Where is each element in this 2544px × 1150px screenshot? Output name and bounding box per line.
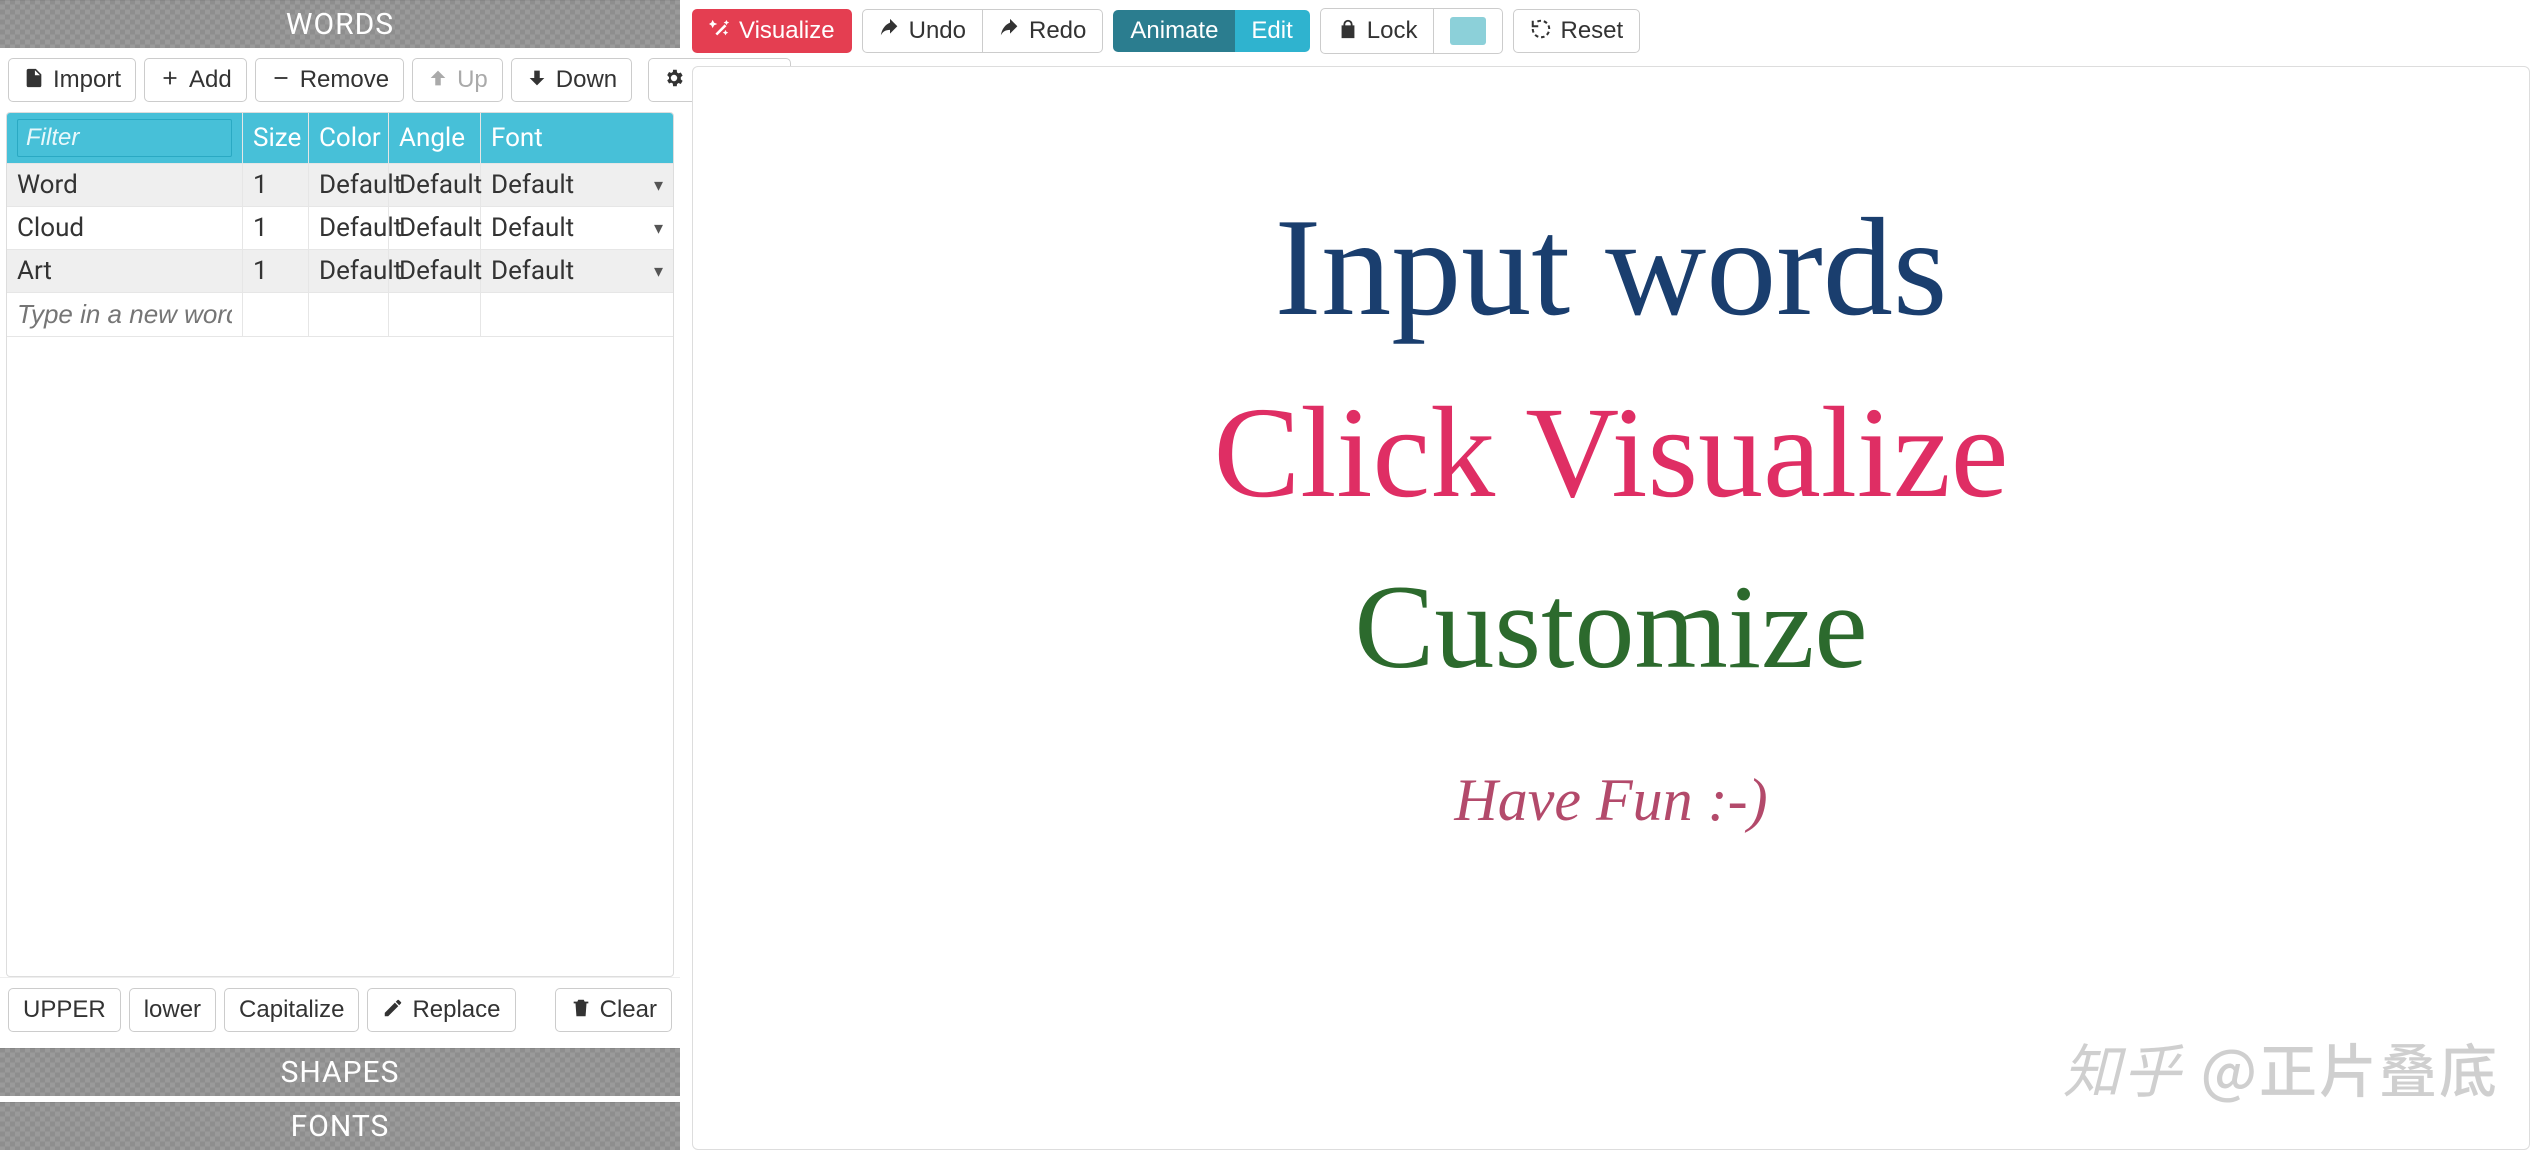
plus-icon xyxy=(159,67,181,93)
cell-word[interactable]: Cloud xyxy=(7,207,243,250)
add-button[interactable]: Add xyxy=(144,58,247,102)
redo-button[interactable]: Redo xyxy=(983,9,1103,53)
cell-word[interactable]: Art xyxy=(7,250,243,293)
cell-color[interactable]: Default xyxy=(309,250,389,293)
animate-button[interactable]: Animate xyxy=(1113,10,1235,52)
watermark: 知乎 @正片叠底 xyxy=(2063,1025,2499,1109)
down-button[interactable]: Down xyxy=(511,58,632,102)
col-color[interactable]: Color xyxy=(309,113,389,164)
reset-label: Reset xyxy=(1560,19,1623,43)
remove-button[interactable]: Remove xyxy=(255,58,404,102)
cell-font[interactable]: Default▾ xyxy=(481,250,673,293)
add-label: Add xyxy=(189,68,232,92)
col-size[interactable]: Size xyxy=(243,113,309,164)
magic-wand-icon xyxy=(709,18,731,44)
table-row-new[interactable] xyxy=(7,293,673,337)
canvas-text-1[interactable]: Input words xyxy=(1275,187,1948,348)
chevron-down-icon: ▾ xyxy=(654,218,663,239)
color-swatch-button[interactable] xyxy=(1434,8,1503,54)
table-row[interactable]: Word1DefaultDefaultDefault▾ xyxy=(7,164,673,207)
lower-button[interactable]: lower xyxy=(129,988,216,1032)
cell-size[interactable]: 1 xyxy=(243,164,309,207)
up-button[interactable]: Up xyxy=(412,58,503,102)
arrow-up-icon xyxy=(427,67,449,93)
cell-angle[interactable]: Default xyxy=(389,207,481,250)
watermark-logo: 知乎 xyxy=(2063,1025,2183,1109)
up-label: Up xyxy=(457,68,488,92)
canvas-text-2[interactable]: Click Visualize xyxy=(1214,378,2009,528)
capitalize-button[interactable]: Capitalize xyxy=(224,988,359,1032)
col-font[interactable]: Font xyxy=(481,113,673,164)
minus-icon xyxy=(270,67,292,93)
remove-label: Remove xyxy=(300,68,389,92)
words-toolbar: Import Add Remove Up xyxy=(0,48,680,112)
undo-label: Undo xyxy=(909,19,966,43)
redo-icon xyxy=(999,18,1021,44)
clear-label: Clear xyxy=(600,998,657,1022)
canvas-area[interactable]: Input words Click Visualize Customize Ha… xyxy=(692,66,2530,1150)
cell-size[interactable]: 1 xyxy=(243,250,309,293)
canvas-toolbar: Visualize Undo Redo Animate xyxy=(692,8,2544,66)
cell-font[interactable]: Default▾ xyxy=(481,207,673,250)
cell-size[interactable] xyxy=(243,293,309,337)
section-header-fonts[interactable]: FONTS xyxy=(0,1102,680,1150)
filter-header xyxy=(7,113,243,164)
section-header-shapes[interactable]: SHAPES xyxy=(0,1048,680,1096)
edit-button[interactable]: Edit xyxy=(1235,10,1309,52)
chevron-down-icon: ▾ xyxy=(654,261,663,282)
filter-input[interactable] xyxy=(17,119,232,157)
chevron-down-icon: ▾ xyxy=(654,175,663,196)
undo-icon xyxy=(879,18,901,44)
col-angle[interactable]: Angle xyxy=(389,113,481,164)
cell-new-word[interactable] xyxy=(7,293,243,337)
lock-label: Lock xyxy=(1367,19,1418,43)
canvas-text-4[interactable]: Have Fun :-) xyxy=(1454,766,1767,835)
lock-button[interactable]: Lock xyxy=(1320,8,1435,54)
mode-group: Animate Edit xyxy=(1113,10,1309,52)
clear-button[interactable]: Clear xyxy=(555,988,672,1032)
reset-button[interactable]: Reset xyxy=(1513,9,1640,53)
cell-angle[interactable]: Default xyxy=(389,250,481,293)
canvas-text-3[interactable]: Customize xyxy=(1354,558,1867,696)
replace-label: Replace xyxy=(412,998,500,1022)
cell-angle[interactable] xyxy=(389,293,481,337)
import-label: Import xyxy=(53,68,121,92)
section-header-words[interactable]: WORDS xyxy=(0,0,680,48)
cell-color[interactable]: Default xyxy=(309,164,389,207)
replace-button[interactable]: Replace xyxy=(367,988,515,1032)
cell-angle[interactable]: Default xyxy=(389,164,481,207)
trash-icon xyxy=(570,997,592,1023)
redo-label: Redo xyxy=(1029,19,1086,43)
lock-icon xyxy=(1337,18,1359,44)
table-header: Size Color Angle Font xyxy=(7,113,673,164)
watermark-text: @正片叠底 xyxy=(2201,1025,2499,1109)
history-group: Undo Redo xyxy=(862,9,1104,53)
undo-button[interactable]: Undo xyxy=(862,9,983,53)
table-row[interactable]: Cloud1DefaultDefaultDefault▾ xyxy=(7,207,673,250)
arrow-down-icon xyxy=(526,67,548,93)
cell-size[interactable]: 1 xyxy=(243,207,309,250)
table-row[interactable]: Art1DefaultDefaultDefault▾ xyxy=(7,250,673,293)
down-label: Down xyxy=(556,68,617,92)
cell-font[interactable]: Default▾ xyxy=(481,164,673,207)
visualize-button[interactable]: Visualize xyxy=(692,9,852,53)
upper-button[interactable]: UPPER xyxy=(8,988,121,1032)
reset-icon xyxy=(1530,18,1552,44)
lock-group: Lock xyxy=(1320,8,1504,54)
words-table: Size Color Angle Font Word1DefaultDefaul… xyxy=(6,112,674,977)
cell-color[interactable] xyxy=(309,293,389,337)
import-button[interactable]: Import xyxy=(8,58,136,102)
cell-color[interactable]: Default xyxy=(309,207,389,250)
edit-icon xyxy=(382,997,404,1023)
cell-font[interactable] xyxy=(481,293,673,337)
import-icon xyxy=(23,67,45,93)
new-word-input[interactable] xyxy=(17,299,232,330)
words-bottom-toolbar: UPPER lower Capitalize Replace Clear xyxy=(0,977,680,1042)
visualize-label: Visualize xyxy=(739,19,835,43)
color-swatch xyxy=(1450,17,1486,45)
cell-word[interactable]: Word xyxy=(7,164,243,207)
